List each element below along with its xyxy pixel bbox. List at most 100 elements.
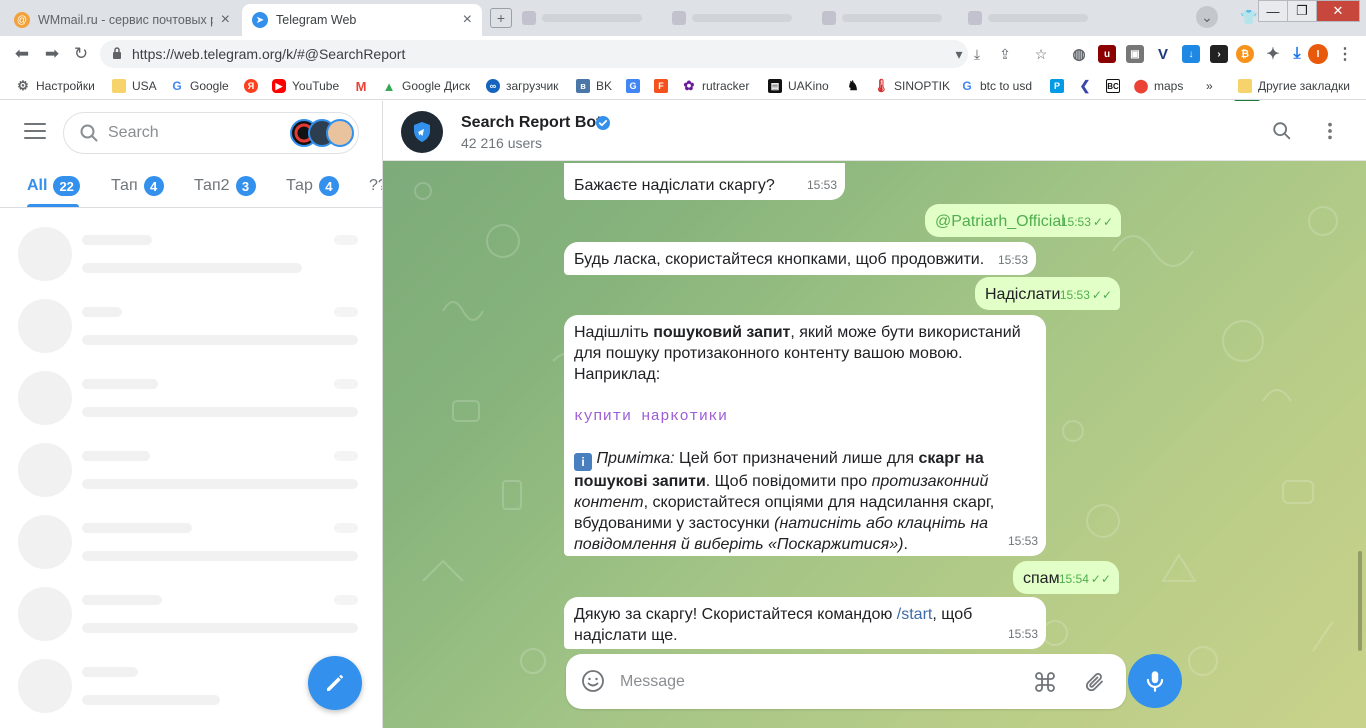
star-icon[interactable]: ☆: [1032, 45, 1050, 63]
example-query[interactable]: купити наркотики: [574, 406, 1036, 427]
chat-title: Search Report Bot: [461, 114, 602, 131]
more-bookmarks-button[interactable]: »: [1206, 77, 1213, 95]
double-check-icon: ✓✓: [1092, 215, 1113, 229]
close-tab-icon[interactable]: ×: [221, 11, 230, 29]
share-icon[interactable]: ⇪: [996, 45, 1014, 63]
tab-tap2[interactable]: Тап2 3: [194, 176, 256, 196]
forward-icon[interactable]: ➡: [42, 44, 62, 64]
bookmark-youtube[interactable]: ▶ YouTube: [272, 77, 339, 95]
bookmark-f[interactable]: F: [654, 77, 674, 95]
translate-icon: G: [626, 79, 640, 93]
message-time: 15:53: [806, 178, 837, 192]
bot-commands-icon[interactable]: [1033, 670, 1057, 694]
bookmark-drive[interactable]: ▲ Google Диск: [382, 77, 471, 95]
tab-telegram[interactable]: ➤ Telegram Web ×: [242, 4, 482, 36]
bookmark-usa[interactable]: USA: [112, 77, 157, 95]
dropdown-icon[interactable]: ▾: [950, 45, 968, 63]
google-icon: G: [962, 79, 972, 93]
ublock-icon[interactable]: u: [1098, 45, 1116, 63]
message-text: Будь ласка, скористайтеся кнопками, щоб …: [574, 251, 985, 268]
terminal-icon[interactable]: ›: [1210, 45, 1228, 63]
shirt-icon[interactable]: 👕: [1240, 6, 1258, 28]
attach-icon[interactable]: [1083, 670, 1107, 694]
bookmark-downloader[interactable]: ∞ загрузчик: [486, 77, 558, 95]
chat-list-item-skeleton[interactable]: [0, 443, 382, 515]
message-incoming[interactable]: Будь ласка, скористайтеся кнопками, щоб …: [564, 242, 1036, 275]
bookmark-chess[interactable]: ♞: [846, 77, 866, 95]
search-icon[interactable]: [1270, 119, 1294, 143]
tab-tap[interactable]: Тап 4: [111, 176, 164, 196]
back-icon[interactable]: ⬅: [12, 44, 32, 64]
message-input[interactable]: [620, 654, 1000, 709]
stories-row[interactable]: [290, 119, 358, 147]
globe-icon[interactable]: ◍: [1070, 45, 1088, 63]
new-message-button[interactable]: [308, 656, 362, 710]
folder-icon: [112, 79, 126, 93]
profile-avatar[interactable]: I: [1308, 44, 1328, 64]
chat-scrollbar[interactable]: [1358, 551, 1362, 651]
maximize-button[interactable]: ❐: [1287, 0, 1317, 22]
message-incoming-long[interactable]: Надішліть пошуковий запит, який може бут…: [564, 315, 1046, 556]
download-ext-icon[interactable]: ↓: [1182, 45, 1200, 63]
briefcase-icon[interactable]: ▣: [1126, 45, 1144, 63]
v-extension-icon[interactable]: V: [1154, 45, 1172, 63]
bookmark-vk[interactable]: в BK: [576, 77, 612, 95]
message-outgoing[interactable]: @Patriarh_Official 15:53 ✓✓: [925, 204, 1121, 237]
message-text: Бажаєте надіслати скаргу?: [574, 177, 775, 194]
search-input[interactable]: [108, 113, 278, 153]
chat-list-item-skeleton[interactable]: [0, 515, 382, 587]
emoji-icon[interactable]: [581, 669, 605, 693]
double-check-icon: ✓✓: [1090, 572, 1111, 586]
message-incoming[interactable]: Бажаєте надіслати скаргу? 15:53: [564, 163, 845, 200]
install-icon[interactable]: ⤓: [968, 45, 986, 63]
voice-record-button[interactable]: [1128, 654, 1182, 708]
story-avatar[interactable]: [326, 119, 354, 147]
bookmark-sinoptik[interactable]: 🌡 SINOPTIK: [873, 77, 950, 95]
tab-tar[interactable]: Тар 4: [286, 176, 339, 196]
bot-avatar[interactable]: [401, 111, 443, 153]
p-icon: P: [1050, 79, 1064, 93]
bookmark-rutracker[interactable]: ✿ rutracker: [682, 77, 750, 95]
tab-search-icon[interactable]: ⌄: [1196, 6, 1218, 28]
chat-subtitle: 42 216 users: [461, 135, 542, 151]
message-outgoing[interactable]: спам 15:54 ✓✓: [1013, 561, 1119, 594]
minimize-button[interactable]: —: [1258, 0, 1288, 22]
lock-icon: [113, 47, 121, 59]
address-bar[interactable]: https://web.telegram.org/k/#@SearchRepor…: [100, 40, 1047, 68]
bookmark-btc-usd[interactable]: Gbtc to usd: [960, 77, 1032, 95]
close-tab-icon[interactable]: ×: [463, 11, 472, 29]
bookmark-uakino[interactable]: ▤ UAKino: [768, 77, 829, 95]
bookmark-arrow[interactable]: ❮: [1078, 77, 1098, 95]
more-options-icon[interactable]: [1318, 119, 1342, 143]
chat-header[interactable]: Search Report Bot 42 216 users: [383, 101, 1366, 161]
downloads-icon[interactable]: ⤓: [1288, 45, 1306, 63]
bookmark-yandex[interactable]: Я: [244, 77, 264, 95]
bookmark-settings[interactable]: ⚙ Настройки: [16, 77, 95, 95]
message-incoming[interactable]: Дякую за скаргу! Скористайтеся командою …: [564, 597, 1046, 649]
youtube-icon: ▶: [272, 79, 286, 93]
start-command-link[interactable]: /start: [897, 606, 933, 623]
puzzle-icon[interactable]: ✦: [1264, 45, 1282, 63]
chat-list-item-skeleton[interactable]: [0, 371, 382, 443]
bookmark-maps[interactable]: ⬤ maps: [1134, 77, 1184, 95]
tab-wmmail[interactable]: @ WMmail.ru - сервис почтовых рас ×: [4, 4, 240, 36]
bookmark-translate[interactable]: G: [626, 77, 646, 95]
chat-list-item-skeleton[interactable]: [0, 299, 382, 371]
other-bookmarks[interactable]: Другие закладки: [1238, 77, 1350, 95]
message-outgoing[interactable]: Надіслати 15:53 ✓✓: [975, 277, 1120, 310]
bookmark-gmail[interactable]: M: [354, 77, 374, 95]
hamburger-menu-icon[interactable]: [24, 123, 46, 141]
chat-list-item-skeleton[interactable]: [0, 227, 382, 299]
reload-icon[interactable]: ↻: [71, 44, 91, 64]
bookmark-bc[interactable]: BC: [1106, 77, 1126, 95]
tab-unknown[interactable]: ??: [369, 176, 382, 196]
chat-list-sidebar: All22 Тап4 Тап23 Тар4 ??: [0, 101, 383, 728]
bitcoin-icon[interactable]: ₿: [1236, 45, 1254, 63]
bookmark-p[interactable]: P: [1050, 77, 1070, 95]
tab-all[interactable]: All 22: [27, 176, 80, 196]
chat-list-item-skeleton[interactable]: [0, 587, 382, 659]
kebab-menu-icon[interactable]: ⋮: [1336, 45, 1354, 63]
close-window-button[interactable]: ✕: [1316, 0, 1360, 22]
bookmark-google[interactable]: G Google: [170, 77, 228, 95]
new-tab-button[interactable]: +: [490, 8, 512, 28]
